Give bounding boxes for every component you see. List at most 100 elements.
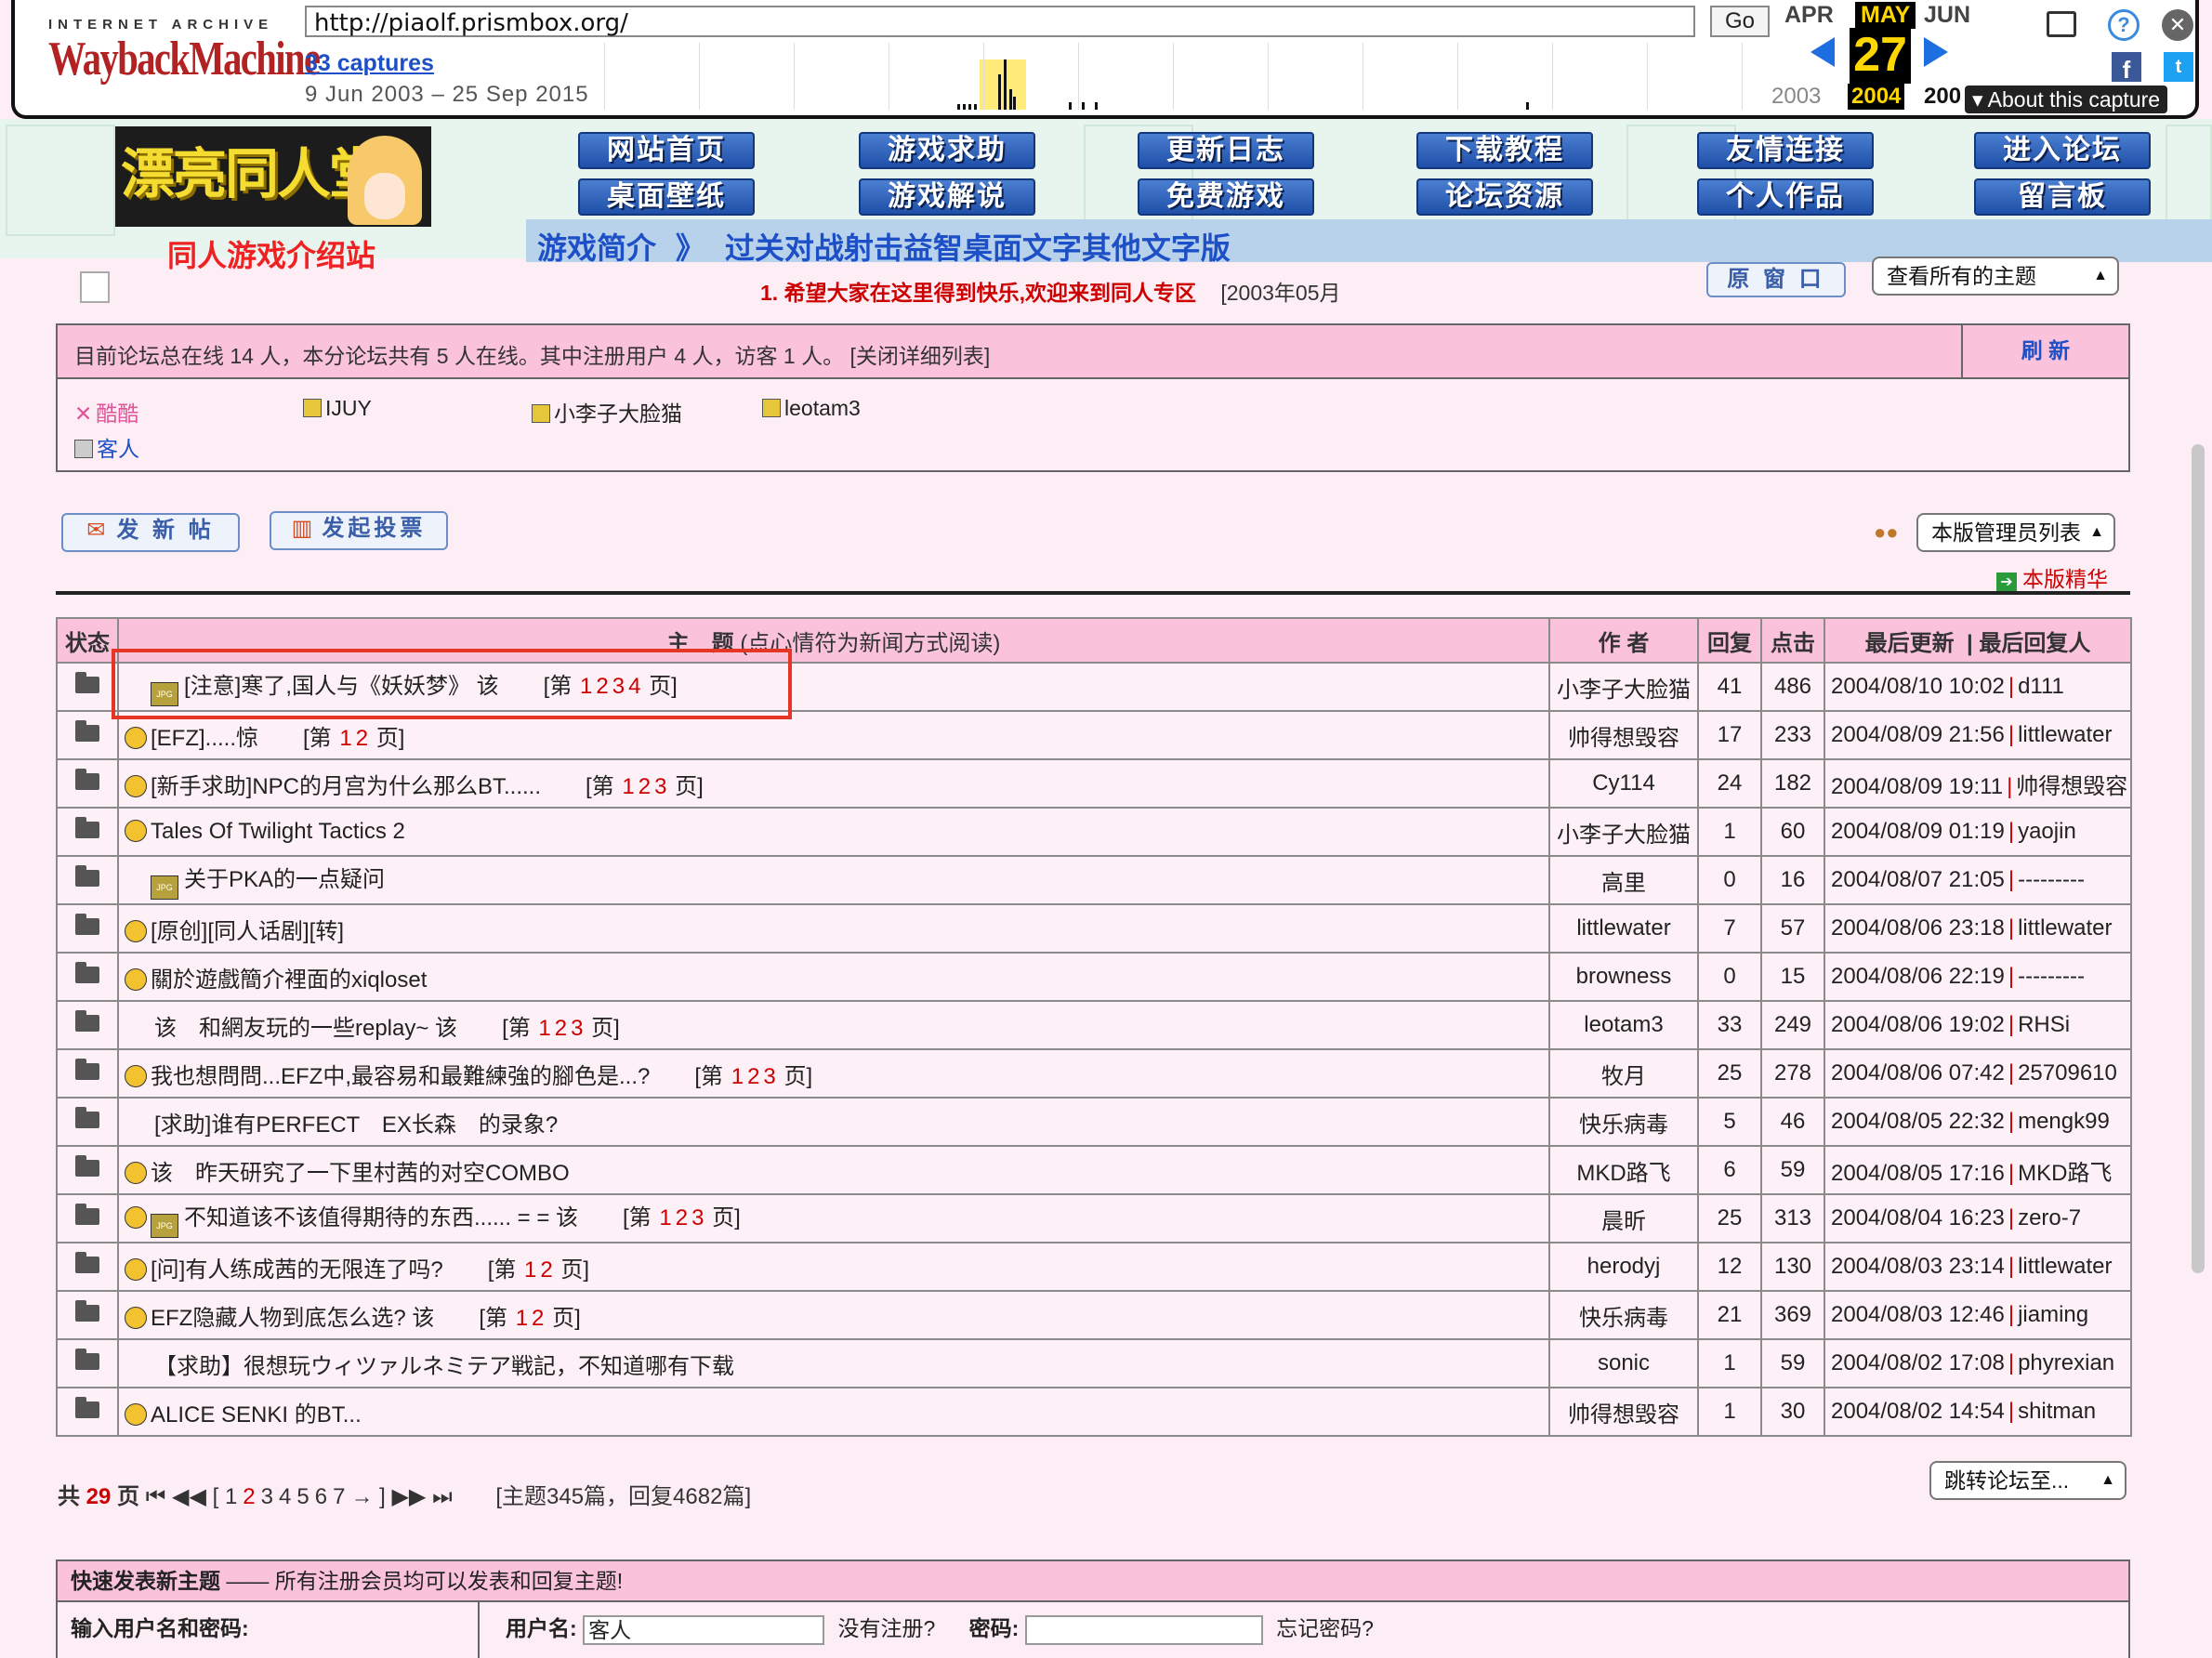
announcement-text[interactable]: 1. 希望大家在这里得到快乐,欢迎来到同人专区 — [760, 281, 1196, 305]
next-arrow[interactable]: → — [350, 1484, 373, 1509]
author-cell[interactable]: Cy114 — [1548, 758, 1699, 809]
topic-title-link[interactable]: 不知道该不该值得期待的东西...... = = 该 — [184, 1205, 578, 1230]
last-update-date[interactable]: 2004/08/09 21:56 — [1831, 722, 2005, 747]
author-cell[interactable]: 晨昕 — [1548, 1193, 1699, 1244]
topic-page-link[interactable]: 2 — [532, 1306, 544, 1331]
captures-link[interactable]: 33 captures — [305, 50, 434, 77]
nav-button[interactable]: 免费游戏 — [1138, 178, 1314, 216]
author-cell[interactable]: 高里 — [1548, 855, 1699, 905]
topic-page-link[interactable]: 1 — [731, 1064, 744, 1089]
about-capture-button[interactable]: ▾ About this capture — [1965, 86, 2168, 113]
table-row[interactable]: Tales Of Twilight Tactics 2 小李子大脸猫 1 60 2004… — [56, 807, 2132, 857]
last-update-date[interactable]: 2004/08/03 23:14 — [1831, 1254, 2005, 1279]
last-reply-user[interactable]: MKD路飞 — [2018, 1161, 2112, 1186]
online-user[interactable]: 小李子大脸猫 — [532, 396, 682, 428]
mood-face-icon[interactable] — [125, 919, 147, 942]
table-row[interactable]: 我也想問問...EFZ中,最容易和最難練強的腳色是...? [第 123 页] 牧月… — [56, 1048, 2132, 1099]
nav-button[interactable]: 论坛资源 — [1416, 178, 1593, 216]
nav-button[interactable]: 网站首页 — [578, 132, 755, 169]
last-update-date[interactable]: 2004/08/04 16:23 — [1831, 1205, 2005, 1230]
help-icon[interactable]: ? — [2108, 9, 2140, 41]
forgot-password-link[interactable]: 忘记密码? — [1276, 1616, 1374, 1640]
last-reply-user[interactable]: yaojin — [2018, 819, 2076, 844]
topic-page-link[interactable]: 1 — [659, 1205, 671, 1230]
last-reply-user[interactable]: --------- — [2018, 867, 2085, 892]
mood-face-icon[interactable] — [125, 1161, 147, 1184]
online-user[interactable]: 客人 — [74, 431, 139, 463]
table-row[interactable]: [原创][同人话剧][转] littlewater 7 57 2004/08/06 23… — [56, 903, 2132, 954]
table-row[interactable]: JPG [注意]寒了,国人与《妖妖梦》 该 [第 1234 页] 小李子大脸猫 41 48… — [56, 662, 2132, 712]
last-update-date[interactable]: 2004/08/06 22:19 — [1831, 964, 2005, 989]
page-number-link[interactable]: 2 — [243, 1484, 255, 1509]
capture-sparkline[interactable] — [604, 43, 1775, 110]
author-cell[interactable]: littlewater — [1548, 903, 1699, 954]
online-user[interactable]: leotam3 — [762, 396, 861, 421]
url-input[interactable]: http://piaolf.prismbox.org/ — [305, 6, 1695, 37]
last-reply-user[interactable]: RHSi — [2018, 1012, 2070, 1037]
topic-title-link[interactable]: 關於遊戲簡介裡面的xiqloset — [151, 967, 427, 993]
author-cell[interactable]: 帅得想毁容 — [1548, 710, 1699, 760]
table-row[interactable]: [问]有人练成茜的无限连了吗? [第 12 页] herodyj 12 130 2004/… — [56, 1242, 2132, 1292]
last-reply-user[interactable]: littlewater — [2018, 722, 2112, 747]
last-reply-user[interactable]: 帅得想毁容 — [2016, 774, 2127, 799]
last-update-date[interactable]: 2004/08/06 19:02 — [1831, 1012, 2005, 1037]
username-input[interactable]: 客人 — [583, 1614, 825, 1645]
page-number-link[interactable]: 5 — [296, 1484, 309, 1509]
last-reply-user[interactable]: littlewater — [2018, 1254, 2112, 1279]
nav-button[interactable]: 更新日志 — [1138, 132, 1314, 169]
table-row[interactable]: [求助]谁有PERFECT EX长森 的录象? 快乐病毒 5 46 2004/08/05… — [56, 1097, 2132, 1147]
last-update-date[interactable]: 2004/08/09 01:19 — [1831, 819, 2005, 844]
table-row[interactable]: 【求助】很想玩ウィツァルネミテア戦記，不知道哪有下载 sonic 1 59 2004/0… — [56, 1338, 2132, 1388]
topic-page-link[interactable]: 1 — [538, 1016, 550, 1041]
last-update-date[interactable]: 2004/08/03 12:46 — [1831, 1302, 2005, 1327]
prev-page-icon[interactable]: ◀◀ — [172, 1484, 206, 1509]
topic-title-link[interactable]: ALICE SENKI 的BT... — [151, 1402, 362, 1428]
nav-button[interactable]: 游戏求助 — [859, 132, 1035, 169]
topic-page-link[interactable]: 2 — [639, 774, 651, 799]
topic-page-link[interactable]: 1 — [339, 726, 351, 751]
go-button[interactable]: Go — [1710, 6, 1770, 37]
close-icon[interactable]: ✕ — [2162, 9, 2193, 41]
topic-page-link[interactable]: 2 — [356, 726, 368, 751]
topic-title-link[interactable]: [问]有人练成茜的无限连了吗? — [151, 1257, 443, 1283]
twitter-icon[interactable]: t — [2164, 52, 2193, 82]
view-topics-select[interactable]: 查看所有的主题 ▲ — [1872, 257, 2119, 296]
digest-link[interactable]: ➔ 本版精华 — [1996, 561, 2108, 593]
moderators-select[interactable]: 本版管理员列表 ▲ — [1916, 513, 2115, 552]
table-row[interactable]: JPG 关于PKA的一点疑问 高里 0 16 2004/08/07 21:05 | -----… — [56, 855, 2132, 905]
last-update-date[interactable]: 2004/08/02 17:08 — [1831, 1350, 2005, 1375]
last-reply-user[interactable]: jiaming — [2018, 1302, 2088, 1327]
table-row[interactable]: 關於遊戲簡介裡面的xiqloset browness 0 15 2004/08/06 2… — [56, 952, 2132, 1002]
last-reply-user[interactable]: 25709610 — [2018, 1060, 2117, 1086]
wayback-logo[interactable]: WaybackMachine — [48, 32, 321, 86]
month-next[interactable]: JUN — [1924, 2, 1970, 29]
author-cell[interactable]: 帅得想毁容 — [1548, 1387, 1699, 1437]
table-row[interactable]: [EFZ].....惊 [第 12 页] 帅得想毁容 17 233 2004/08/09 … — [56, 710, 2132, 760]
mood-face-icon[interactable] — [125, 726, 147, 749]
page-number-link[interactable]: 1 — [225, 1484, 237, 1509]
topic-title-link[interactable]: [EFZ].....惊 — [151, 726, 258, 751]
topic-title-link[interactable]: 该 昨天研究了一下里村茜的对空COMBO — [151, 1161, 570, 1186]
table-row[interactable]: ALICE SENKI 的BT... 帅得想毁容 1 30 2004/08/02 14:… — [56, 1387, 2132, 1437]
last-reply-user[interactable]: shitman — [2018, 1399, 2096, 1424]
author-cell[interactable]: 小李子大脸猫 — [1548, 807, 1699, 857]
nav-button[interactable]: 进入论坛 — [1974, 132, 2151, 169]
author-cell[interactable]: browness — [1548, 952, 1699, 1002]
page-number-link[interactable]: 3 — [261, 1484, 273, 1509]
topic-title-link[interactable]: 【求助】很想玩ウィツァルネミテア戦記，不知道哪有下载 — [154, 1354, 734, 1379]
last-reply-user[interactable]: zero-7 — [2018, 1205, 2081, 1230]
new-poll-button[interactable]: ▥ 发起投票 — [270, 511, 448, 550]
topic-page-link[interactable]: 3 — [612, 674, 625, 699]
topic-title-link[interactable]: 关于PKA的一点疑问 — [184, 867, 385, 892]
password-input[interactable] — [1024, 1614, 1263, 1645]
refresh-button[interactable]: 刷 新 — [1961, 325, 2128, 377]
last-reply-user[interactable]: littlewater — [2018, 915, 2112, 941]
topic-title-link[interactable]: [新手求助]NPC的月宫为什么那么BT...... — [151, 774, 541, 799]
mood-face-icon[interactable] — [125, 820, 147, 842]
topic-page-link[interactable]: 4 — [628, 674, 640, 699]
topic-page-link[interactable]: 3 — [654, 774, 666, 799]
author-cell[interactable]: herodyj — [1548, 1242, 1699, 1292]
original-window-button[interactable]: 原 窗 口 — [1706, 262, 1846, 297]
topic-title-link[interactable]: EFZ隐藏人物到底怎么选? 该 — [151, 1306, 434, 1331]
table-row[interactable]: JPG 不知道该不该值得期待的东西...... = = 该 [第 123 页] 晨昕 2… — [56, 1193, 2132, 1244]
